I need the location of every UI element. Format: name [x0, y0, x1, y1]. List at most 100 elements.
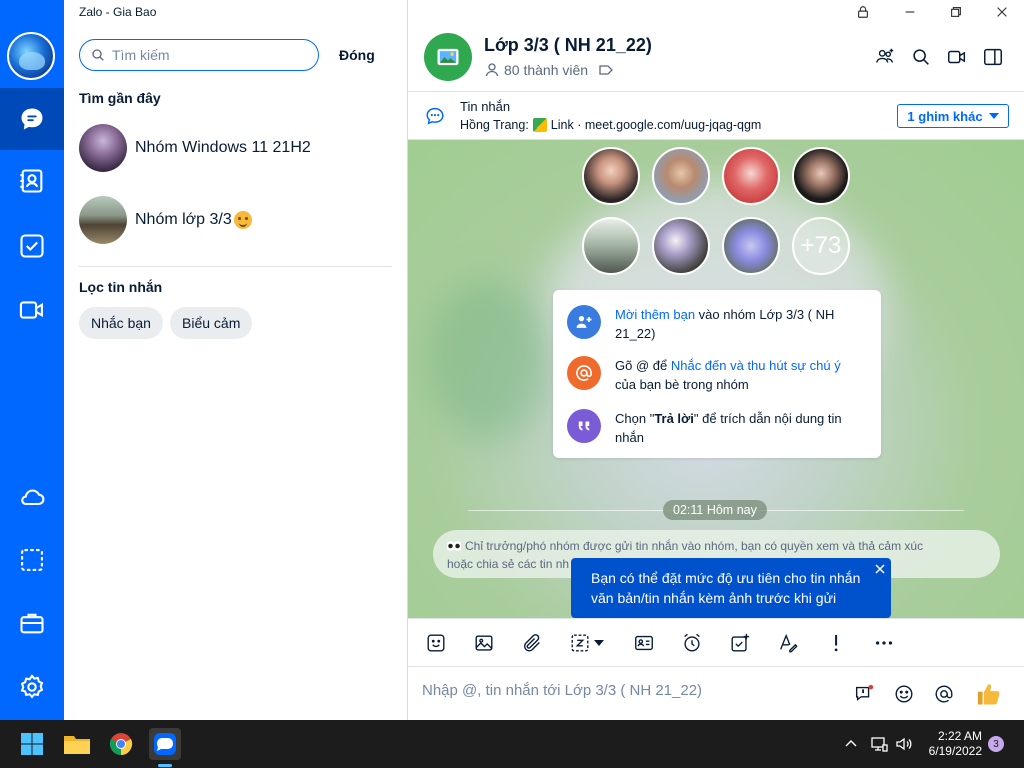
folder-icon: [64, 736, 90, 754]
recent-item-name: Nhóm Windows 11 21H2: [135, 139, 311, 156]
member-avatar[interactable]: [652, 147, 710, 205]
recent-section-title: Tìm gần đây: [79, 90, 161, 106]
tip-invite[interactable]: Mời thêm bạn vào nhóm Lớp 3/3 ( NH 21_22…: [567, 305, 865, 343]
window-controls: [408, 0, 1024, 24]
screenshot-button[interactable]: [567, 630, 593, 656]
priority-tooltip: Bạn có thể đặt mức độ ưu tiên cho tin nh…: [571, 558, 891, 618]
tip-invite-link[interactable]: Mời thêm bạn: [615, 307, 695, 322]
chat-messages-area[interactable]: +73 Mời thêm bạn vào nhóm Lớp 3/3 ( NH 2…: [408, 140, 1024, 618]
group-image-avatar[interactable]: [424, 33, 472, 81]
mention-button[interactable]: [931, 681, 957, 707]
file-explorer-button[interactable]: [61, 728, 93, 760]
send-contact-card-button[interactable]: [631, 630, 657, 656]
more-pins-button[interactable]: 1 ghim khác: [897, 104, 1009, 128]
zalo-taskbar-button[interactable]: [149, 728, 181, 760]
member-avatar[interactable]: [722, 147, 780, 205]
briefcase-icon: [20, 613, 44, 634]
more-members-badge[interactable]: +73: [792, 217, 850, 275]
member-avatar[interactable]: [722, 217, 780, 275]
send-image-button[interactable]: [471, 630, 497, 656]
composer-toolbar: [408, 618, 1024, 666]
windows-taskbar: 2:22 AM 6/19/2022 3: [0, 720, 1024, 768]
cloud-nav-button[interactable]: [0, 466, 64, 528]
conversation-info-button[interactable]: [980, 44, 1006, 70]
member-avatar[interactable]: [652, 217, 710, 275]
search-input[interactable]: [112, 47, 292, 63]
sticker-button[interactable]: [423, 630, 449, 656]
contacts-nav-button[interactable]: [0, 150, 64, 212]
minimize-button[interactable]: [887, 0, 933, 24]
chat-panel: Lớp 3/3 ( NH 21_22) 80 thành viên Tin nh…: [408, 0, 1024, 720]
chrome-button[interactable]: [105, 728, 137, 760]
toolbox-nav-button[interactable]: [0, 592, 64, 654]
restore-button[interactable]: [933, 0, 979, 24]
add-member-button[interactable]: [872, 44, 898, 70]
search-chat-button[interactable]: [908, 44, 934, 70]
quote-icon: [578, 421, 590, 431]
volume-icon[interactable]: [895, 735, 913, 753]
assign-task-button[interactable]: [727, 630, 753, 656]
zalo-active-indicator: [158, 764, 172, 767]
smiley-emoji-icon: [233, 211, 252, 229]
close-window-button[interactable]: [979, 0, 1024, 24]
text-format-button[interactable]: [775, 630, 801, 656]
network-icon[interactable]: [870, 735, 888, 753]
chat-bubble-icon: [21, 108, 43, 130]
checkbox-icon: [20, 234, 44, 258]
priority-button[interactable]: [823, 630, 849, 656]
pinned-link-url: · meet.google.com/uug-jqag-qgm: [577, 118, 762, 132]
task-add-icon: [731, 633, 750, 652]
screenshot-options-button[interactable]: [592, 630, 606, 656]
filter-chip-mentions[interactable]: Nhắc bạn: [79, 307, 163, 339]
lock-button[interactable]: [840, 0, 886, 24]
more-options-button[interactable]: [871, 630, 897, 656]
message-input[interactable]: [422, 682, 822, 699]
close-icon[interactable]: [873, 562, 887, 576]
tip-mention-link[interactable]: Nhắc đến và thu hút sự chú ý: [671, 358, 841, 373]
recent-item[interactable]: Nhóm lớp 3/3: [64, 188, 408, 252]
chevron-up-icon[interactable]: [844, 737, 858, 751]
member-count[interactable]: 80 thành viên: [484, 62, 618, 78]
close-search-button[interactable]: Đóng: [339, 47, 375, 63]
windows-logo-icon: [21, 733, 43, 755]
chat-title: Lớp 3/3 ( NH 21_22): [484, 35, 652, 55]
search-icon: [92, 49, 104, 61]
group-tips-card: Mời thêm bạn vào nhóm Lớp 3/3 ( NH 21_22…: [553, 290, 881, 458]
notice-text: Chỉ trưởng/phó nhóm được gửi tin nhắn và…: [465, 539, 924, 553]
screenshot-nav-button[interactable]: [0, 529, 64, 591]
contacts-icon: [20, 169, 43, 193]
notification-badge[interactable]: 3: [988, 736, 1004, 752]
at-sign-icon: [935, 685, 953, 703]
filter-chip-reactions[interactable]: Biểu cảm: [170, 307, 253, 339]
user-avatar[interactable]: [7, 32, 55, 80]
pinned-title: Tin nhắn: [460, 99, 511, 114]
search-box[interactable]: [79, 39, 319, 71]
pinned-preview: Hồng Trang: Link · meet.google.com/uug-j…: [460, 118, 761, 132]
search-icon: [913, 49, 929, 65]
emoji-button[interactable]: [891, 681, 917, 707]
video-call-nav-button[interactable]: [0, 279, 64, 341]
more-pins-label: 1 ghim khác: [907, 108, 983, 124]
tip-mention-prefix: Gõ @ để: [615, 358, 671, 373]
messages-nav-button[interactable]: [0, 88, 64, 150]
message-composer: [408, 666, 1024, 720]
pinned-message-bar[interactable]: Tin nhắn Hồng Trang: Link · meet.google.…: [408, 92, 1024, 140]
attach-file-button[interactable]: [519, 630, 545, 656]
tag-icon[interactable]: [598, 62, 614, 78]
start-button[interactable]: [16, 728, 48, 760]
quick-message-button[interactable]: [851, 681, 877, 707]
todo-nav-button[interactable]: [0, 215, 64, 277]
sidebar-toggle-icon: [984, 48, 1002, 66]
member-avatar[interactable]: [582, 147, 640, 205]
add-user-icon: [876, 48, 894, 63]
member-avatar[interactable]: [582, 217, 640, 275]
quick-like-button[interactable]: [974, 679, 1004, 709]
member-avatar[interactable]: [792, 147, 850, 205]
zalo-app-icon: [154, 733, 176, 755]
reminder-button[interactable]: [679, 630, 705, 656]
settings-nav-button[interactable]: [0, 656, 64, 718]
system-clock[interactable]: 2:22 AM 6/19/2022: [920, 729, 982, 759]
video-call-button[interactable]: [944, 44, 970, 70]
recent-item[interactable]: Nhóm Windows 11 21H2: [64, 116, 408, 180]
add-friends-icon-wrap: [567, 305, 601, 339]
